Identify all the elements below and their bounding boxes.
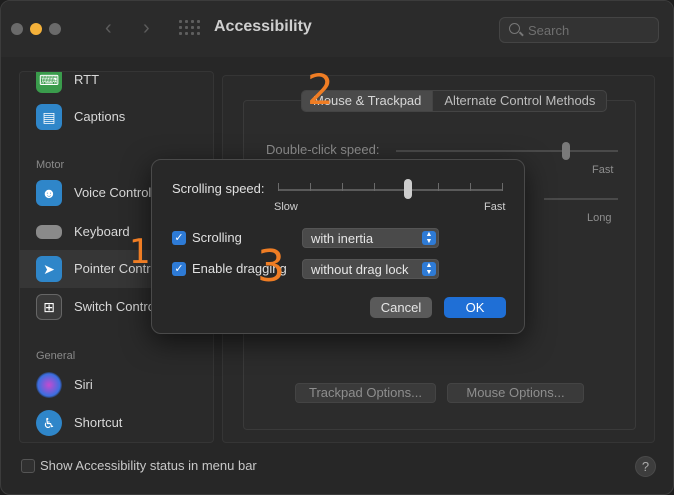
- slider-tick: [470, 183, 471, 191]
- captions-icon: ▤: [36, 104, 62, 130]
- scrolling-checkbox[interactable]: ✓: [172, 231, 186, 245]
- spring-loading-long-label: Long: [587, 212, 612, 224]
- double-click-fast-label: Fast: [592, 164, 614, 176]
- keyboard-icon: [36, 225, 62, 239]
- search-input[interactable]: [528, 21, 648, 39]
- sidebar-item-label: Shortcut: [74, 415, 123, 430]
- forward-chevron-icon[interactable]: ›: [143, 16, 150, 40]
- sidebar-item-label: Keyboard: [74, 224, 130, 239]
- scrolling-popup[interactable]: with inertia ▲ ▼: [302, 228, 439, 248]
- annotation-2: 2: [307, 65, 334, 114]
- show-all-grid-icon[interactable]: [179, 20, 200, 38]
- sidebar-section-general: General: [36, 350, 76, 362]
- search-field[interactable]: [499, 17, 659, 43]
- ok-button[interactable]: OK: [444, 297, 506, 318]
- sidebar-item-label: Voice Control: [74, 185, 152, 200]
- sidebar-item-shortcut[interactable]: ♿ Shortcut: [20, 404, 213, 442]
- slider-tick: [278, 183, 279, 191]
- sidebar-item-label: Siri: [74, 377, 93, 392]
- voice-control-icon: ☻: [36, 180, 62, 206]
- accessibility-window: ‹ › Accessibility ⌨ RTT ▤ Captions Motor…: [0, 0, 674, 495]
- slider-tick: [438, 183, 439, 191]
- scrolling-speed-track[interactable]: [278, 189, 502, 191]
- sidebar-item-captions[interactable]: ▤ Captions: [20, 98, 213, 136]
- zoom-window-button[interactable]: [49, 23, 61, 35]
- scrolling-speed-knob[interactable]: [403, 179, 412, 199]
- sidebar-item-label: Switch Control: [74, 299, 158, 314]
- dragging-popup[interactable]: without drag lock ▲ ▼: [302, 259, 439, 279]
- annotation-1: 1: [129, 232, 151, 272]
- annotation-3: 3: [257, 241, 285, 292]
- window-title: Accessibility: [214, 18, 312, 35]
- scrolling-speed-label: Scrolling speed:: [172, 181, 265, 196]
- close-window-button[interactable]: [11, 23, 23, 35]
- back-chevron-icon[interactable]: ‹: [105, 16, 112, 40]
- switch-control-icon: ⊞: [36, 294, 62, 320]
- dragging-popup-value: without drag lock: [311, 262, 409, 277]
- sidebar-item-rtt[interactable]: ⌨ RTT: [20, 72, 213, 99]
- slider-tick: [342, 183, 343, 191]
- siri-icon: [36, 372, 62, 398]
- sidebar-section-motor: Motor: [36, 159, 65, 171]
- popup-chevrons-icon: ▲ ▼: [422, 231, 436, 245]
- title-bar: ‹ › Accessibility: [1, 1, 673, 57]
- scrolling-label: Scrolling: [192, 230, 242, 245]
- help-button[interactable]: ?: [635, 456, 656, 477]
- double-click-speed-knob[interactable]: [562, 142, 570, 160]
- double-click-speed-track: [396, 150, 618, 152]
- slider-tick: [502, 183, 503, 191]
- tab-bar: Mouse & Trackpad Alternate Control Metho…: [301, 90, 608, 112]
- minimize-window-button[interactable]: [30, 23, 42, 35]
- search-icon: [509, 23, 520, 34]
- sidebar-item-label: Captions: [74, 109, 126, 124]
- menu-bar-status-label: Show Accessibility status in menu bar: [40, 458, 257, 473]
- slider-tick: [374, 183, 375, 191]
- slider-tick: [310, 183, 311, 191]
- pointer-icon: ➤: [36, 256, 62, 282]
- popup-chevrons-icon: ▲ ▼: [422, 262, 436, 276]
- enable-dragging-checkbox[interactable]: ✓: [172, 262, 186, 276]
- cancel-button[interactable]: Cancel: [370, 297, 432, 318]
- sidebar-item-siri[interactable]: Siri: [20, 366, 213, 404]
- double-click-speed-label: Double-click speed:: [266, 142, 380, 157]
- slow-label: Slow: [274, 201, 298, 213]
- rtt-keyboard-icon: ⌨: [36, 72, 62, 93]
- mouse-options-button[interactable]: Mouse Options...: [447, 383, 584, 403]
- spring-loading-track: [544, 198, 618, 200]
- sidebar-item-label: RTT: [74, 72, 100, 87]
- trackpad-options-button[interactable]: Trackpad Options...: [295, 383, 436, 403]
- accessibility-shortcut-icon: ♿: [36, 410, 62, 436]
- scrolling-popup-value: with inertia: [311, 231, 374, 246]
- trackpad-options-sheet: Scrolling speed: Slow Fast ✓ Scrolling w…: [151, 159, 525, 334]
- fast-label: Fast: [484, 201, 506, 213]
- menu-bar-status-checkbox[interactable]: [21, 459, 35, 473]
- tab-alternate-control-methods[interactable]: Alternate Control Methods: [433, 91, 606, 111]
